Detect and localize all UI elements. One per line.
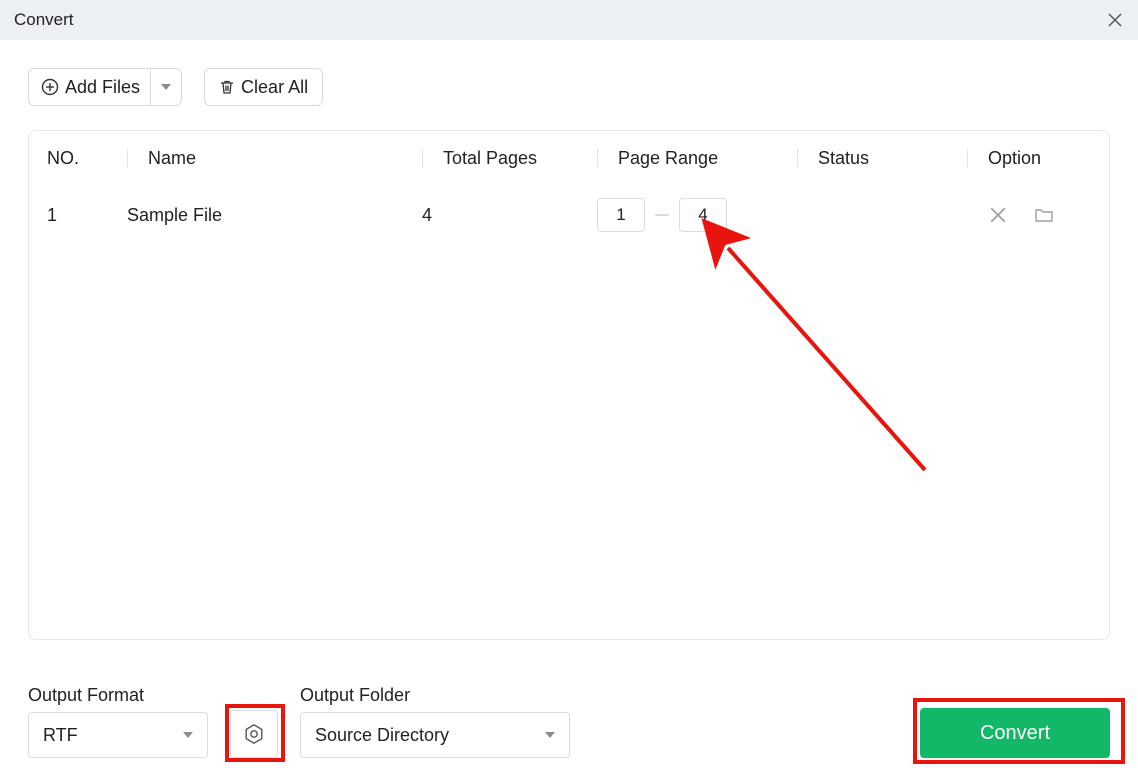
- output-format-value: RTF: [43, 725, 78, 746]
- trash-icon: [219, 79, 235, 95]
- add-files-dropdown-toggle[interactable]: [150, 69, 181, 105]
- add-files-label: Add Files: [65, 77, 140, 98]
- output-folder-select[interactable]: Source Directory: [300, 712, 570, 758]
- range-dash-icon: [655, 214, 669, 216]
- gear-icon: [243, 723, 265, 745]
- plus-circle-icon: [41, 78, 59, 96]
- clear-all-button[interactable]: Clear All: [204, 68, 323, 106]
- output-folder-label: Output Folder: [300, 685, 570, 706]
- footer: Output Format RTF Output Folder Source D…: [0, 685, 1138, 758]
- folder-icon: [1034, 206, 1054, 224]
- page-to-input[interactable]: [679, 198, 727, 232]
- output-folder-group: Output Folder Source Directory: [300, 685, 570, 758]
- chevron-down-icon: [545, 732, 555, 738]
- th-name: Name: [127, 148, 422, 169]
- th-total-pages: Total Pages: [422, 148, 597, 169]
- titlebar: Convert: [0, 0, 1138, 40]
- cell-name: Sample File: [127, 205, 422, 226]
- remove-row-button[interactable]: [987, 204, 1009, 226]
- cell-page-range: [597, 198, 797, 232]
- format-settings-button[interactable]: [230, 710, 278, 758]
- convert-button-label: Convert: [980, 722, 1050, 744]
- output-format-label: Output Format: [28, 685, 208, 706]
- add-files-button[interactable]: Add Files: [28, 68, 182, 106]
- open-folder-button[interactable]: [1033, 204, 1055, 226]
- chevron-down-icon: [161, 84, 171, 90]
- th-option: Option: [967, 148, 1097, 169]
- th-status: Status: [797, 148, 967, 169]
- table-row: 1 Sample File 4: [29, 185, 1109, 245]
- file-table: NO. Name Total Pages Page Range Status O…: [28, 130, 1110, 640]
- toolbar: Add Files Clear All: [0, 40, 1138, 120]
- chevron-down-icon: [183, 732, 193, 738]
- th-no: NO.: [47, 148, 127, 169]
- table-header-row: NO. Name Total Pages Page Range Status O…: [29, 131, 1109, 185]
- cell-no: 1: [47, 205, 127, 226]
- close-icon: [1107, 12, 1123, 28]
- page-from-input[interactable]: [597, 198, 645, 232]
- cell-total-pages: 4: [422, 205, 597, 226]
- th-page-range: Page Range: [597, 148, 797, 169]
- output-folder-value: Source Directory: [315, 725, 449, 746]
- convert-button[interactable]: Convert: [920, 708, 1110, 758]
- x-icon: [989, 206, 1007, 224]
- close-button[interactable]: [1104, 9, 1126, 31]
- output-format-select[interactable]: RTF: [28, 712, 208, 758]
- cell-option: [967, 204, 1097, 226]
- output-format-group: Output Format RTF: [28, 685, 208, 758]
- window-title: Convert: [14, 10, 74, 30]
- clear-all-label: Clear All: [241, 77, 308, 98]
